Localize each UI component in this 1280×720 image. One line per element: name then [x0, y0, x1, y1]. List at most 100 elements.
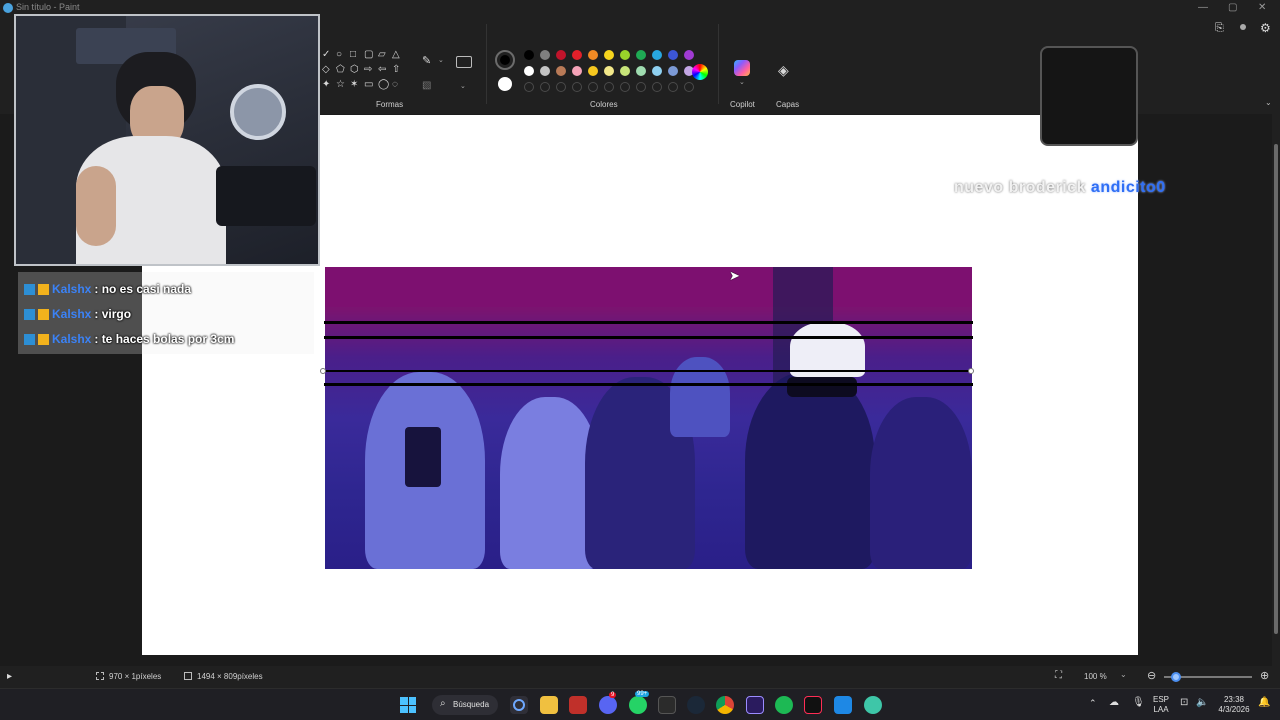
volume-icon[interactable]: 🔈: [1196, 697, 1208, 708]
fit-to-window-icon[interactable]: ⛶: [1055, 670, 1062, 681]
color-swatch[interactable]: [604, 66, 614, 76]
app-icon[interactable]: [864, 696, 882, 714]
shape-tool-icon[interactable]: ◇: [322, 65, 330, 75]
shape-tool-icon[interactable]: ○: [336, 50, 342, 60]
custom-color-slot[interactable]: [620, 82, 630, 92]
shape-tool-icon[interactable]: ⇨: [364, 65, 372, 75]
color-swatch[interactable]: [588, 50, 598, 60]
outline-icon[interactable]: ✎: [422, 54, 431, 67]
shape-tool-icon[interactable]: ▱: [378, 50, 386, 60]
custom-color-slot[interactable]: [636, 82, 646, 92]
epic-games-icon[interactable]: [658, 696, 676, 714]
color-swatch[interactable]: [556, 50, 566, 60]
custom-color-slot[interactable]: [540, 82, 550, 92]
color-swatch[interactable]: [524, 50, 534, 60]
custom-color-slot[interactable]: [684, 82, 694, 92]
shape-tool-icon[interactable]: ▢: [364, 50, 373, 60]
chrome-icon[interactable]: [716, 696, 734, 714]
copilot-icon[interactable]: [734, 60, 750, 76]
language-indicator[interactable]: ESP LAA: [1150, 695, 1172, 715]
zoom-out-icon[interactable]: ⊖: [1147, 669, 1156, 682]
discord-icon[interactable]: [599, 696, 617, 714]
search-box[interactable]: ⌕ Búsqueda: [432, 695, 498, 715]
drawn-line[interactable]: [324, 321, 973, 324]
shape-tool-icon[interactable]: △: [392, 50, 400, 60]
color-swatch[interactable]: [572, 50, 582, 60]
onedrive-icon[interactable]: ☁: [1109, 697, 1119, 708]
zoom-level[interactable]: 100 %: [1084, 672, 1107, 681]
color-swatch[interactable]: [636, 50, 646, 60]
microphone-icon[interactable]: 🎙: [1132, 697, 1145, 708]
premiere-icon[interactable]: [746, 696, 764, 714]
clock[interactable]: 23:38 4/3/2026: [1212, 695, 1256, 715]
fill-icon[interactable]: [456, 56, 472, 68]
tray-overflow-icon[interactable]: ⌃: [1089, 698, 1097, 709]
primary-color-ring[interactable]: [495, 50, 515, 70]
app-icon[interactable]: [569, 696, 587, 714]
custom-color-slot[interactable]: [588, 82, 598, 92]
steam-icon[interactable]: [687, 696, 705, 714]
share-icon[interactable]: ⎘: [1215, 22, 1224, 35]
settings-gear-icon[interactable]: ⚙: [1260, 21, 1271, 35]
close-button[interactable]: ✕: [1258, 2, 1266, 13]
windows-start-icon[interactable]: [400, 697, 416, 713]
custom-color-slot[interactable]: [524, 82, 534, 92]
color-swatch[interactable]: [684, 50, 694, 60]
color-swatch[interactable]: [668, 50, 678, 60]
network-icon[interactable]: ⊡: [1180, 697, 1188, 708]
color-swatch[interactable]: [524, 66, 534, 76]
minimize-button[interactable]: —: [1198, 2, 1208, 13]
account-icon[interactable]: [1240, 24, 1246, 30]
shape-tool-icon[interactable]: ⬡: [350, 65, 359, 75]
shape-tool-icon[interactable]: ◌: [392, 80, 398, 90]
custom-color-slot[interactable]: [668, 82, 678, 92]
color-swatch[interactable]: [588, 66, 598, 76]
color-swatch[interactable]: [556, 66, 566, 76]
custom-color-slot[interactable]: [652, 82, 662, 92]
color-swatch[interactable]: [668, 66, 678, 76]
secondary-color-swatch[interactable]: [498, 77, 512, 91]
color-swatch[interactable]: [572, 66, 582, 76]
chevron-down-icon[interactable]: ⌄: [739, 78, 745, 86]
shape-tool-icon[interactable]: ✶: [350, 80, 358, 90]
drawn-line-selected[interactable]: [324, 370, 973, 372]
shape-tool-icon[interactable]: ▭: [364, 80, 373, 90]
color-swatch[interactable]: [540, 50, 550, 60]
chevron-down-icon[interactable]: ⌄: [438, 56, 444, 64]
shape-tool-icon[interactable]: ☆: [336, 80, 345, 90]
color-swatch[interactable]: [620, 66, 630, 76]
zoom-slider-thumb[interactable]: [1170, 672, 1181, 682]
scrollbar-thumb[interactable]: [1274, 144, 1278, 634]
shape-tool-icon[interactable]: ⬠: [336, 65, 345, 75]
line-handle-left[interactable]: [320, 368, 326, 374]
whatsapp-icon[interactable]: [629, 696, 647, 714]
maximize-button[interactable]: ▢: [1228, 2, 1237, 13]
color-swatch[interactable]: [604, 50, 614, 60]
shape-tool-icon[interactable]: ✓: [322, 50, 330, 60]
color-swatch[interactable]: [620, 50, 630, 60]
shape-tool-icon[interactable]: □: [350, 50, 356, 60]
shape-tool-icon[interactable]: ⇦: [378, 65, 386, 75]
shapes-gallery[interactable]: ✓ ○ □ ▢ ▱ △ ◇ ⬠ ⬡ ⇨ ⇦ ⇧ ✦ ☆ ✶ ▭ ◯ ◌: [322, 50, 412, 96]
chevron-down-icon[interactable]: ⌄: [1120, 670, 1127, 679]
color-swatch[interactable]: [540, 66, 550, 76]
color-swatch[interactable]: [652, 50, 662, 60]
chevron-down-icon[interactable]: ⌄: [460, 82, 466, 90]
spotify-icon[interactable]: [775, 696, 793, 714]
file-explorer-icon[interactable]: [540, 696, 558, 714]
drawn-line[interactable]: [324, 383, 973, 386]
app-icon[interactable]: [834, 696, 852, 714]
custom-color-slot[interactable]: [604, 82, 614, 92]
vertical-scrollbar[interactable]: [1272, 114, 1280, 666]
notifications-bell-icon[interactable]: 🔔: [1258, 697, 1270, 708]
drawn-line[interactable]: [324, 336, 973, 339]
custom-color-slot[interactable]: [556, 82, 566, 92]
pasted-image[interactable]: [325, 267, 972, 569]
custom-color-slot[interactable]: [572, 82, 582, 92]
shape-tool-icon[interactable]: ◯: [378, 80, 389, 90]
tiktok-icon[interactable]: [804, 696, 822, 714]
edit-colors-icon[interactable]: [692, 64, 708, 80]
color-swatch[interactable]: [652, 66, 662, 76]
layers-icon[interactable]: ◈: [778, 62, 789, 79]
shape-tool-icon[interactable]: ⇧: [392, 65, 400, 75]
